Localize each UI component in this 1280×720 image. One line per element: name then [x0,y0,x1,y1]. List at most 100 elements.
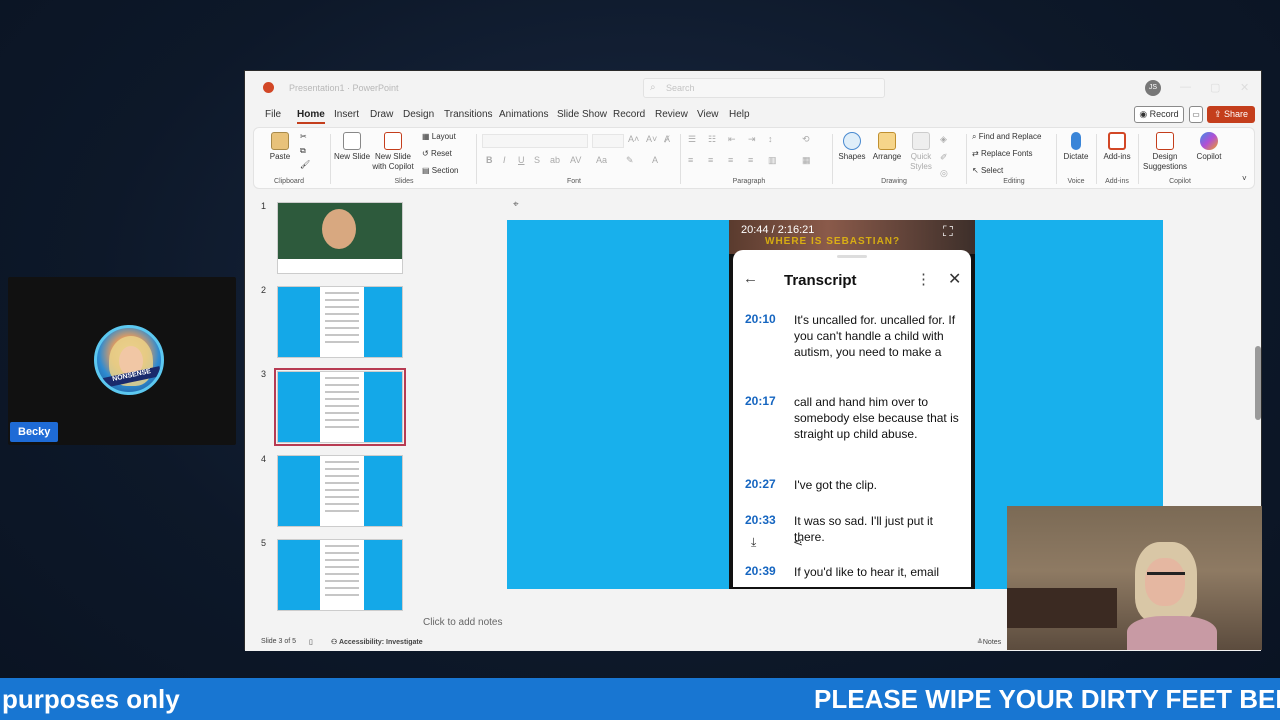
video-time: 20:44 / 2:16:21 [741,224,815,236]
slide-thumbnail-1[interactable] [277,202,403,274]
cut-icon[interactable]: ✂ [300,132,307,141]
clear-format-icon[interactable]: Ⱥ [664,134,670,144]
format-painter-icon[interactable]: 🖌 [300,160,310,169]
accessibility-status[interactable]: ⚇ Accessibility: Investigate [331,638,423,646]
new-slide-button[interactable]: New Slide [334,132,370,162]
copilot-icon [1200,132,1218,150]
strikethrough-icon[interactable]: S [534,155,540,165]
slide-thumbnail-3[interactable] [274,368,406,446]
find-replace-button[interactable]: ⌕ Find and Replace [972,132,1041,142]
entry-text: call and hand him over to somebody else … [794,395,959,441]
design-suggestions-button[interactable]: Design Suggestions [1140,132,1190,172]
underline-icon[interactable]: U [518,155,525,165]
slide-counter: Slide 3 of 5 [261,638,297,645]
tab-draw[interactable]: Draw [370,109,393,120]
increase-indent-icon[interactable]: ⇥ [748,134,756,145]
add-ins-button[interactable]: Add-ins [1100,132,1134,162]
tab-slide-show[interactable]: Slide Show [557,109,607,120]
section-label: Section [431,166,459,175]
design-suggestions-icon [1156,132,1174,150]
entry-timestamp: 20:10 [745,312,776,326]
share-button[interactable]: ⇪ Share [1207,106,1255,123]
replace-fonts-button[interactable]: ⇄ Replace Fonts [972,149,1033,158]
notes-placeholder[interactable]: Click to add notes [423,617,503,628]
smartart-icon[interactable]: ▦ [802,155,811,166]
participant-tile[interactable]: NONSENSE Becky [8,277,236,445]
avatar: NONSENSE [94,325,164,395]
tab-home[interactable]: Home [297,109,325,124]
tab-view[interactable]: View [697,109,719,120]
align-center-icon[interactable]: ≡ [708,155,713,165]
slide-thumbnail-4[interactable] [277,455,403,527]
record-button[interactable]: ◉ Record [1134,106,1184,123]
italic-icon[interactable]: I [503,155,506,165]
tab-record[interactable]: Record [613,109,645,120]
slide-thumbnail-5[interactable] [277,539,403,611]
justify-icon[interactable]: ≡ [748,155,753,165]
font-color-icon[interactable]: A [652,155,658,165]
numbering-icon[interactable]: ☷ [708,134,716,145]
tab-design[interactable]: Design [403,109,434,120]
font-size-box[interactable] [592,134,624,148]
accessibility-assistant-icon[interactable]: ⌖ [513,199,519,210]
tab-transitions[interactable]: Transitions [444,109,493,120]
line-spacing-icon[interactable]: ↕ [768,134,773,144]
section-button[interactable]: ▤ Section [422,166,458,175]
change-case-icon[interactable]: Aa [596,155,607,165]
quick-styles-button[interactable]: Quick Styles [906,132,936,172]
tab-help[interactable]: Help [729,109,750,120]
shapes-button[interactable]: Shapes [836,132,868,162]
shape-fill-icon[interactable]: ◈ [940,134,947,145]
tab-file[interactable]: File [265,109,281,120]
paste-button[interactable]: Paste [262,132,298,162]
dictate-button[interactable]: Dictate [1060,132,1092,162]
new-slide-copilot-button[interactable]: New Slide with Copilot [370,132,416,172]
search-input[interactable]: ⌕ Search [643,78,885,98]
font-name-box[interactable] [482,134,588,148]
transcript-title: Transcript [784,272,857,289]
text-direction-icon[interactable]: ⟲ [802,134,810,145]
shrink-font-icon[interactable]: A˅ [646,134,657,144]
reset-button[interactable]: ↺ Reset [422,149,452,158]
clipboard-group-label: Clipboard [274,178,304,185]
shadow-icon[interactable]: ab [550,155,560,165]
arrange-button[interactable]: Arrange [870,132,904,162]
select-label: Select [980,166,1004,175]
tab-review[interactable]: Review [655,109,688,120]
tab-animations[interactable]: Animations [499,109,548,120]
close-icon: ✕ [948,271,962,288]
copy-icon[interactable]: ⧉ [300,146,306,156]
bullets-icon[interactable]: ☰ [688,134,696,145]
close-window-icon[interactable]: ✕ [1240,81,1249,94]
spelling-icon[interactable]: ▯ [309,638,313,646]
collapse-ribbon-icon[interactable]: ˅ [1242,174,1247,183]
grow-font-icon[interactable]: A˄ [628,134,639,144]
title-bar: Presentation1 · PowerPoint ⌕ Search JS —… [245,71,1261,105]
shape-effects-icon[interactable]: ◎ [940,168,948,179]
layout-button[interactable]: ▦ Layout [422,132,456,141]
vertical-scrollbar[interactable] [1255,346,1261,420]
replace-icon: ⇄ [972,149,981,158]
user-avatar[interactable]: JS [1145,80,1161,96]
decrease-indent-icon[interactable]: ⇤ [728,134,736,145]
columns-icon[interactable]: ▥ [768,155,777,166]
share-icon: ⇪ [1213,109,1224,119]
minimize-icon[interactable]: — [1180,81,1191,93]
tab-insert[interactable]: Insert [334,109,359,120]
char-spacing-icon[interactable]: AV [570,155,581,165]
voice-group-label: Voice [1067,178,1085,185]
add-ins-group-label: Add-ins [1105,178,1129,185]
slide-thumbnail-2[interactable] [277,286,403,358]
copilot-button[interactable]: Copilot [1192,132,1226,162]
video-toolbar: ⤓ ⋖ [733,532,971,556]
maximize-icon[interactable]: ▢ [1210,81,1220,94]
notes-button[interactable]: ≙Notes [977,638,1001,646]
share-label: Share [1224,109,1249,119]
align-left-icon[interactable]: ≡ [688,155,693,165]
comments-icon[interactable]: ▭ [1189,106,1203,123]
select-button[interactable]: ↖ Select [972,166,1003,175]
bold-icon[interactable]: B [486,155,493,165]
align-right-icon[interactable]: ≡ [728,155,733,165]
shape-outline-icon[interactable]: ✐ [940,152,948,163]
highlight-icon[interactable]: ✎ [626,155,634,166]
